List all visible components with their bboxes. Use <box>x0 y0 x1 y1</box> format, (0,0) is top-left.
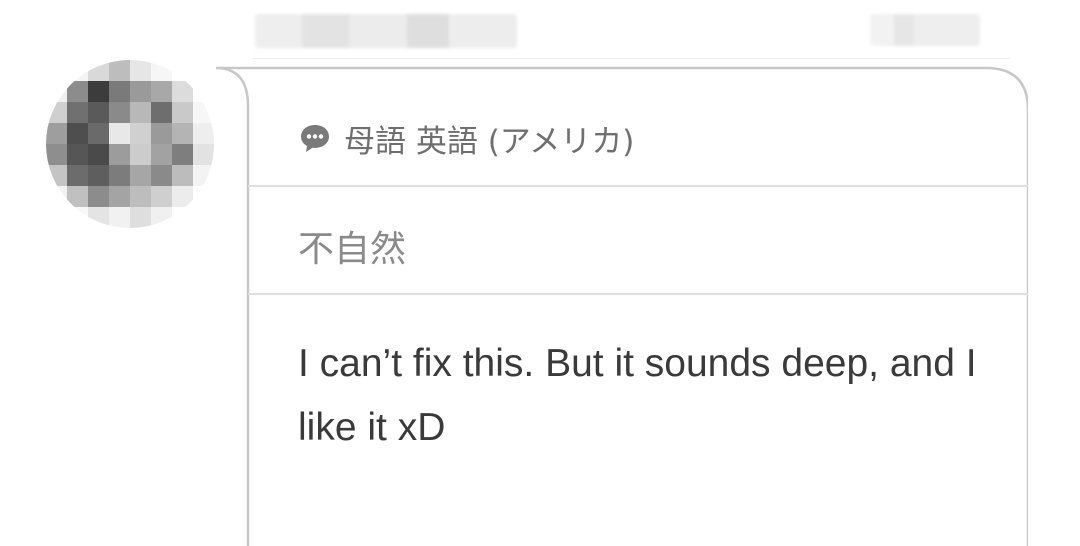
avatar-pixel <box>130 207 151 228</box>
avatar-pixel <box>172 144 193 165</box>
avatar-pixel <box>109 81 130 102</box>
header-divider <box>252 58 1010 59</box>
avatar-pixel <box>172 207 193 228</box>
avatar-pixel <box>193 60 214 81</box>
card-divider-top <box>248 185 1028 187</box>
speech-bubble-icon <box>301 125 329 152</box>
avatar-pixel <box>88 207 109 228</box>
native-language-label: 母語 英語 (アメリカ) <box>344 123 635 160</box>
avatar-pixel <box>151 81 172 102</box>
avatar-pixel <box>151 165 172 186</box>
avatar-pixel <box>67 81 88 102</box>
avatar-pixel <box>172 81 193 102</box>
avatar-pixel <box>46 144 67 165</box>
avatar-pixel <box>151 207 172 228</box>
avatar[interactable] <box>46 60 214 228</box>
avatar-pixel <box>109 144 130 165</box>
avatar-pixel <box>130 186 151 207</box>
avatar-pixel <box>172 165 193 186</box>
avatar-pixel <box>193 144 214 165</box>
avatar-pixel <box>193 186 214 207</box>
avatar-pixel <box>109 60 130 81</box>
avatar-pixel <box>46 186 67 207</box>
avatar-pixel <box>46 123 67 144</box>
avatar-pixel <box>67 207 88 228</box>
avatar-pixel <box>130 60 151 81</box>
avatar-pixel <box>130 144 151 165</box>
avatar-pixel <box>67 60 88 81</box>
avatar-pixel <box>109 165 130 186</box>
avatar-pixel <box>67 102 88 123</box>
avatar-pixel <box>193 102 214 123</box>
avatar-pixel <box>46 165 67 186</box>
avatar-pixel <box>172 186 193 207</box>
redacted-timestamp <box>870 14 980 46</box>
avatar-pixel <box>109 123 130 144</box>
avatar-pixel <box>109 102 130 123</box>
avatar-pixel <box>151 186 172 207</box>
avatar-pixel <box>109 207 130 228</box>
avatar-pixel <box>46 207 67 228</box>
avatar-pixel <box>193 207 214 228</box>
avatar-pixel <box>88 186 109 207</box>
avatar-pixel <box>46 102 67 123</box>
avatar-pixel <box>67 144 88 165</box>
avatar-pixel <box>193 165 214 186</box>
avatar-pixel <box>130 165 151 186</box>
avatar-pixel <box>172 102 193 123</box>
avatar-pixel <box>172 123 193 144</box>
avatar-pixel <box>46 60 67 81</box>
avatar-pixel <box>88 81 109 102</box>
correction-verdict: 不自然 <box>298 229 407 270</box>
avatar-pixel <box>151 102 172 123</box>
avatar-pixel <box>88 123 109 144</box>
native-language-row: 母語 英語 (アメリカ) <box>298 118 635 160</box>
avatar-pixel <box>88 165 109 186</box>
avatar-pixel <box>88 102 109 123</box>
avatar-pixel <box>109 186 130 207</box>
avatar-pixel <box>67 123 88 144</box>
avatar-pixel <box>193 123 214 144</box>
avatar-pixel <box>151 123 172 144</box>
avatar-pixel <box>67 165 88 186</box>
avatar-pixel <box>130 81 151 102</box>
avatar-pixel <box>130 123 151 144</box>
comment-text: I can’t fix this. But it sounds deep, an… <box>298 342 977 449</box>
avatar-pixel <box>88 60 109 81</box>
avatar-pixel <box>130 102 151 123</box>
avatar-pixel <box>151 144 172 165</box>
avatar-pixel <box>46 81 67 102</box>
avatar-pixel <box>193 81 214 102</box>
correction-card: 母語 英語 (アメリカ) 不自然 I can’t fix this. But i… <box>216 66 1028 546</box>
avatar-pixel <box>88 144 109 165</box>
card-divider-middle <box>248 293 1028 295</box>
avatar-pixel <box>67 186 88 207</box>
avatar-pixel <box>172 60 193 81</box>
redacted-username[interactable] <box>255 14 517 48</box>
avatar-pixel <box>151 60 172 81</box>
